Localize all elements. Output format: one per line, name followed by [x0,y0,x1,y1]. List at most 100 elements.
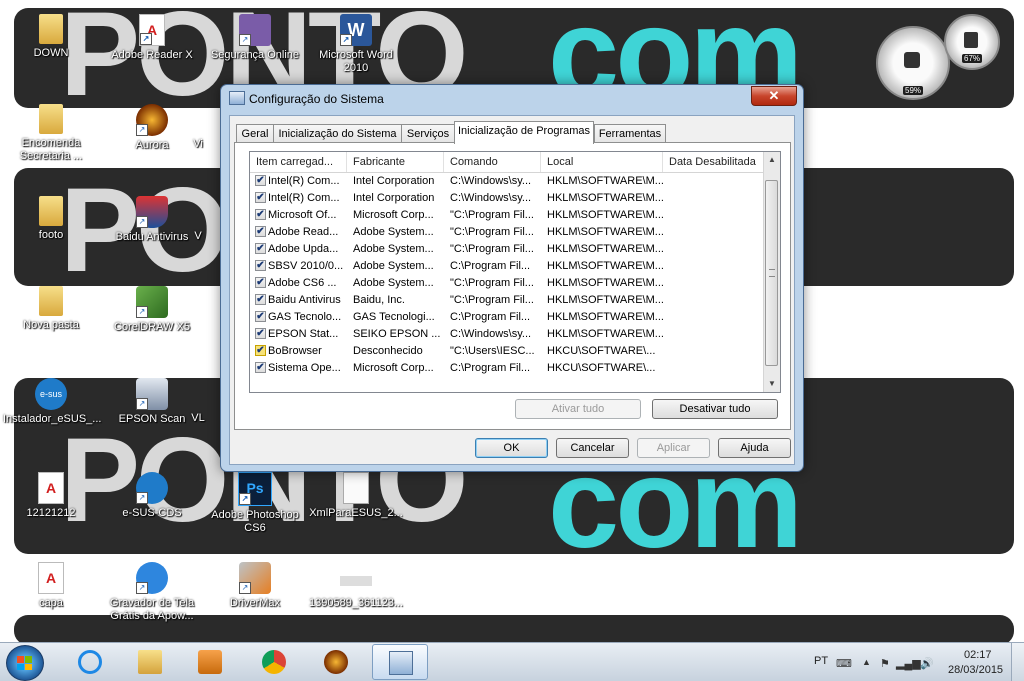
taskbar-windows-explorer[interactable] [122,644,178,680]
list-item[interactable]: ✔ EPSON Stat... SEIKO EPSON ... C:\Windows\… [250,326,764,343]
desktop-icon-image-file[interactable]: 1390589_361123... [308,562,404,610]
column-header-location[interactable]: Local [541,152,663,172]
tab-servicos[interactable]: Serviços [401,124,455,143]
cancel-button[interactable]: Cancelar [556,438,629,458]
cell-location: HKLM\SOFTWARE\M... [547,328,664,340]
column-header-manufacturer[interactable]: Fabricante [347,152,444,172]
folder-icon [138,650,162,674]
clock-date[interactable]: 28/03/2015 [948,664,1003,676]
desktop-icon-photoshop[interactable]: Ps ↗ Adobe Photoshop CS6 [207,472,303,535]
desktop-icon-label: Microsoft Word 2010 [319,49,393,74]
desktop-icon-drivermax[interactable]: ↗ DriverMax [207,562,303,610]
volume-icon[interactable]: 🔊 [920,657,934,670]
desktop-icon-gravador-tela[interactable]: ↗ Gravador de Tela Grátis da Apow... [104,562,200,623]
desktop-icon-word[interactable]: W ↗ Microsoft Word 2010 [308,14,404,75]
tab-ferramentas[interactable]: Ferramentas [594,124,666,143]
startup-item-checkbox[interactable]: ✔ [255,277,266,288]
scroll-up-arrow-icon[interactable]: ▲ [764,152,780,168]
desktop-icon-nova-pasta[interactable]: Nova pasta [3,286,99,332]
tab-geral[interactable]: Geral [236,124,274,143]
enable-all-button[interactable]: Ativar tudo [515,399,641,419]
start-button[interactable] [6,645,44,681]
taskbar-chrome[interactable] [246,644,302,680]
ok-button[interactable]: OK [475,438,548,458]
tab-inicializacao-programas[interactable]: Inicialização de Programas [454,121,594,144]
desktop-icon-label: XmlParaESUS_2... [309,507,403,519]
startup-item-checkbox[interactable]: ✔ [255,226,266,237]
list-item[interactable]: ✔ GAS Tecnolo... GAS Tecnologi... C:\Progra… [250,309,764,326]
startup-item-checkbox[interactable]: ✔ [255,311,266,322]
list-item[interactable]: ✔ Adobe Upda... Adobe System... "C:\Program… [250,241,764,258]
tab-inicializacao-sistema[interactable]: Inicialização do Sistema [273,124,402,143]
desktop-icon-seguranca-online[interactable]: ↗ Segurança Online [207,14,303,62]
folder-icon [39,196,63,226]
desktop-icon-capa[interactable]: A capa [3,562,99,610]
show-hidden-icons-icon[interactable]: ▲ [862,657,871,667]
scroll-down-arrow-icon[interactable]: ▼ [764,376,780,392]
desktop-icon-esus-cds[interactable]: ↗ e-SUS-CDS [104,472,200,520]
list-item[interactable]: ✔ Intel(R) Com... Intel Corporation C:\Wind… [250,173,764,190]
vertical-scrollbar[interactable]: ▲ ▼ [763,152,780,392]
keyboard-icon[interactable]: ⌨ [836,657,852,670]
taskbar-media-player[interactable] [182,644,238,680]
aurora-icon [324,650,348,674]
list-item[interactable]: ✔ Intel(R) Com... Intel Corporation C:\Wind… [250,190,764,207]
cell-item: Microsoft Of... [268,209,337,221]
desktop-icon-12121212[interactable]: A 12121212 [3,472,99,520]
startup-item-checkbox[interactable]: ✔ [255,294,266,305]
network-icon[interactable]: ▂▄▆ [896,657,921,670]
apply-button[interactable]: Aplicar [637,438,710,458]
startup-items-list[interactable]: Item carregad... Fabricante Comando Loca… [249,151,781,393]
list-item[interactable]: ✔ SBSV 2010/0... Adobe System... C:\Program… [250,258,764,275]
taskbar-aurora[interactable] [308,644,364,680]
startup-item-checkbox[interactable]: ✔ [255,345,266,356]
desktop-icon-label: footo [38,229,64,241]
desktop-icon-footo[interactable]: footo [3,196,99,242]
column-header-item[interactable]: Item carregad... [250,152,347,172]
help-button[interactable]: Ajuda [718,438,791,458]
show-desktop-button[interactable] [1011,643,1024,681]
startup-item-checkbox[interactable]: ✔ [255,243,266,254]
desktop-icon-instalador-esus[interactable]: e-sus Instalador_eSUS_... [3,378,101,426]
coreldraw-icon: ↗ [136,286,168,318]
column-header-date-disabled[interactable]: Data Desabilitada [663,152,764,172]
close-button[interactable]: ✕ [751,86,797,106]
desktop-icon-partial[interactable]: V [168,230,228,243]
action-center-icon[interactable]: ⚑ [880,657,890,670]
cpu-meter-gadget[interactable]: 59% 67% [874,14,1000,100]
startup-item-checkbox[interactable]: ✔ [255,362,266,373]
language-indicator[interactable]: PT [814,655,828,667]
dialog-titlebar[interactable]: Configuração do Sistema ✕ [221,85,803,111]
list-item[interactable]: ✔ Sistema Ope... Microsoft Corp... C:\Progr… [250,360,764,377]
taskbar-msconfig[interactable] [372,644,428,680]
startup-item-checkbox[interactable]: ✔ [255,328,266,339]
taskbar-internet-explorer[interactable] [62,644,118,680]
desktop-icon-label: capa [39,597,63,609]
startup-item-checkbox[interactable]: ✔ [255,260,266,271]
cell-command: C:\Windows\sy... [450,328,532,340]
disable-all-button[interactable]: Desativar tudo [652,399,778,419]
list-item[interactable]: ✔ Adobe CS6 ... Adobe System... "C:\Program… [250,275,764,292]
desktop-icon-partial[interactable]: VL [168,412,228,425]
list-item[interactable]: ✔ Microsoft Of... Microsoft Corp... "C:\Pro… [250,207,764,224]
scrollbar-thumb[interactable] [765,180,778,366]
list-item[interactable]: ✔ BoBrowser Desconhecido "C:\Users\IESC... H… [250,343,764,360]
desktop-icon-xmlparaesus[interactable]: XmlParaESUS_2... [308,472,404,520]
cell-date [669,224,764,241]
desktop-icon-label: CorelDRAW X5 [114,321,190,333]
desktop-icon-coreldraw[interactable]: ↗ CorelDRAW X5 [104,286,200,334]
esus-icon: ↗ [136,472,168,504]
desktop-icon-down[interactable]: DOWN [3,14,99,60]
list-item[interactable]: ✔ Adobe Read... Adobe System... "C:\Program… [250,224,764,241]
startup-item-checkbox[interactable]: ✔ [255,175,266,186]
startup-item-checkbox[interactable]: ✔ [255,209,266,220]
desktop-icon-encomenda[interactable]: Encomenda Secretaria ... [3,104,99,163]
desktop-icon-partial[interactable]: Vi [168,138,228,151]
clock-time[interactable]: 02:17 [964,649,992,661]
list-item[interactable]: ✔ Baidu Antivirus Baidu, Inc. "C:\Program F… [250,292,764,309]
desktop-icon-adobe-reader[interactable]: A ↗ Adobe Reader X [104,14,200,62]
column-header-command[interactable]: Comando [444,152,541,172]
pdf-icon: A [38,472,64,504]
cell-maker: GAS Tecnologi... [353,311,435,323]
startup-item-checkbox[interactable]: ✔ [255,192,266,203]
